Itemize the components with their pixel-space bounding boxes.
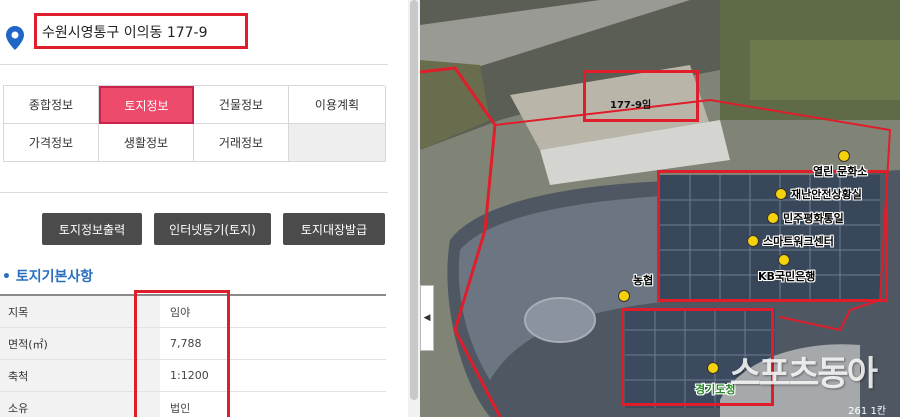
tab-building[interactable]: 건물정보 [194, 86, 289, 124]
panel-toggle-button[interactable]: ◀ [420, 285, 434, 351]
tab-land-use-plan[interactable]: 이용계획 [289, 86, 386, 124]
parcel-label: 177-9임 [610, 100, 652, 111]
watermark: 스포츠동아 [729, 354, 878, 394]
poi-label[interactable]: 민주평화통일 [783, 210, 844, 226]
poi-marker-icon [618, 290, 630, 302]
print-land-info-button[interactable]: 토지정보출력 [42, 213, 142, 245]
poi-label[interactable]: 재난안전상황실 [791, 186, 862, 202]
tab-general[interactable]: 종합정보 [4, 86, 99, 124]
poi-marker-icon [775, 188, 787, 200]
poi-marker-icon [778, 254, 790, 266]
info-panel: 수원시영통구 이의동 177-9 종합정보 토지정보 건물정보 이용계획 가격정… [0, 0, 408, 417]
divider [0, 192, 388, 193]
tab-land[interactable]: 토지정보 [99, 86, 194, 124]
map-scale-text: 261 1칸 [848, 406, 886, 417]
location-pin-icon [6, 26, 24, 50]
scrollbar-thumb[interactable] [410, 0, 418, 400]
tab-living[interactable]: 생활정보 [99, 124, 194, 162]
address-row: 수원시영통구 이의동 177-9 [0, 0, 388, 65]
aerial-map[interactable]: ◀ 177-9임 열린 문화소 재난안전상황실 민주평화통일 스마트워크센터 K… [420, 0, 900, 417]
poi-marker-icon [767, 212, 779, 224]
value-highlight-box [134, 290, 230, 417]
poi-marker-icon [707, 362, 719, 374]
land-ledger-button[interactable]: 토지대장발급 [283, 213, 385, 245]
poi-label[interactable]: 농협 [633, 272, 653, 288]
poi-marker-icon [838, 150, 850, 162]
info-tabs: 종합정보 토지정보 건물정보 이용계획 가격정보 생활정보 거래정보 [3, 85, 386, 162]
tab-empty-cell [289, 124, 386, 162]
online-registry-button[interactable]: 인터넷등기(토지) [154, 213, 271, 245]
tab-transaction[interactable]: 거래정보 [194, 124, 289, 162]
poi-label[interactable]: 스마트워크센터 [763, 233, 834, 249]
chevron-left-icon: ◀ [423, 313, 431, 323]
poi-label[interactable]: 열린 문화소 [813, 163, 867, 179]
panel-scrollbar[interactable] [408, 0, 420, 417]
tab-price[interactable]: 가격정보 [4, 124, 99, 162]
section-title: • 토지기본사항 [2, 269, 94, 285]
poi-marker-icon [747, 235, 759, 247]
poi-label[interactable]: KB국민은행 [758, 268, 815, 284]
address-text: 수원시영통구 이의동 177-9 [42, 25, 208, 41]
